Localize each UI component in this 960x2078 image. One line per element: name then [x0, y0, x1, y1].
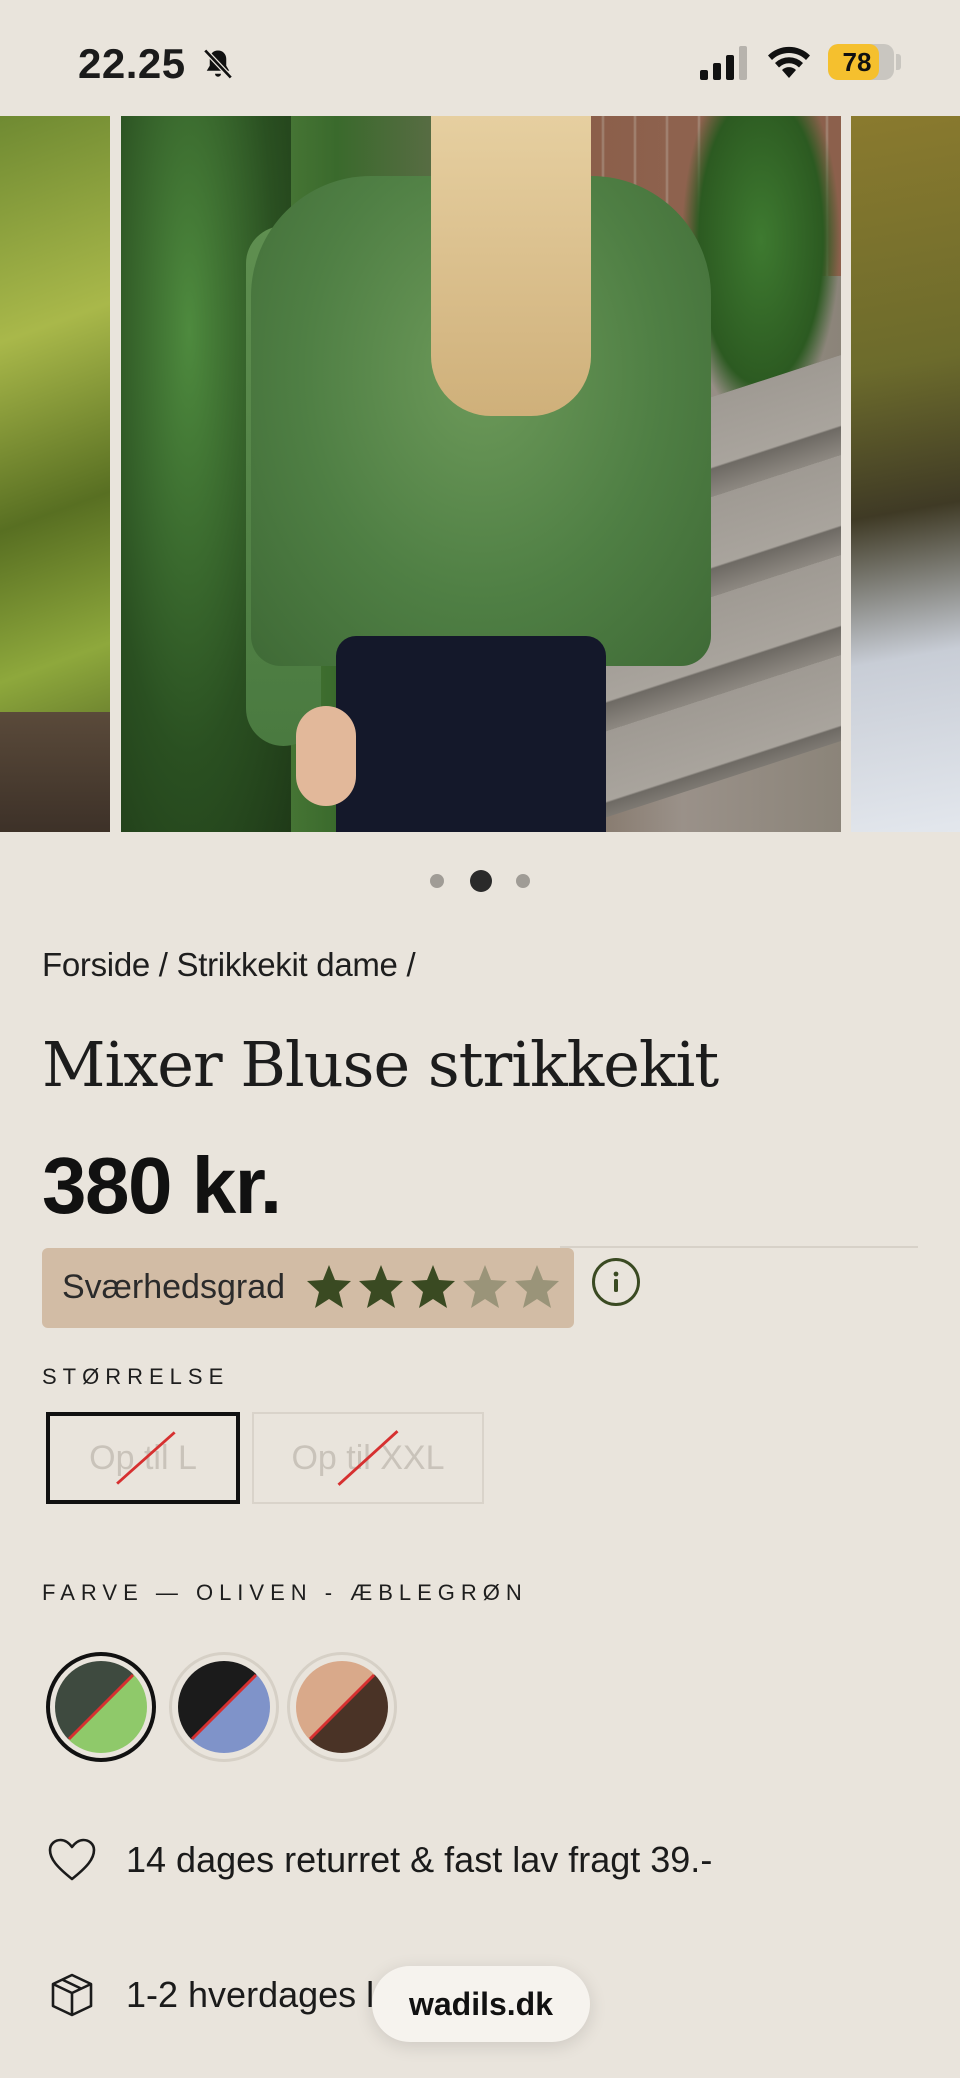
unavailable-slash [116, 1431, 176, 1485]
image-detail [296, 706, 356, 806]
swatch-graphic [296, 1661, 388, 1753]
battery-nub [896, 54, 901, 70]
heart-icon [42, 1830, 102, 1890]
carousel-dot-3[interactable] [516, 874, 530, 888]
breadcrumb[interactable]: Forside / Strikkekit dame / [42, 946, 416, 984]
product-title: Mixer Bluse strikkekit [42, 1028, 719, 1101]
battery-icon: 78 [828, 44, 894, 80]
star-filled-icon [359, 1265, 403, 1308]
url-text: wadils.dk [408, 1985, 554, 2022]
battery-percent: 78 [842, 47, 872, 77]
color-swatch-peach-brown[interactable] [287, 1652, 397, 1762]
image-detail [431, 116, 591, 416]
browser-url-bar[interactable]: wadils.dk [372, 1966, 590, 2042]
product-image-carousel[interactable] [0, 116, 960, 832]
status-bar: 22.25 78 [0, 0, 960, 116]
wifi-icon [768, 46, 810, 78]
gallery-image-previous[interactable] [0, 116, 110, 832]
gallery-image-next[interactable] [851, 116, 960, 832]
difficulty-stars [304, 1262, 562, 1314]
perk-text: 1-2 hverdages le [126, 1974, 395, 2015]
star-empty-icon [515, 1265, 559, 1308]
size-option-xxl[interactable]: Op til XXL [252, 1412, 484, 1504]
color-swatch-oliven-aeblegroen[interactable] [46, 1652, 156, 1762]
size-label: STØRRELSE [42, 1364, 230, 1389]
swatch-graphic [178, 1661, 270, 1753]
size-option-l[interactable]: Op til L [46, 1412, 240, 1504]
star-filled-icon [411, 1265, 455, 1308]
star-filled-icon [307, 1265, 351, 1308]
difficulty-rating: Sværhedsgrad [42, 1248, 574, 1328]
unavailable-slash [337, 1430, 399, 1486]
color-swatch-black-blue[interactable] [169, 1652, 279, 1762]
carousel-pagination [0, 868, 960, 892]
perk-text: 14 dages returret & fast lav fragt 39.- [126, 1839, 713, 1880]
bell-slash-icon [203, 48, 233, 80]
image-detail [0, 712, 110, 832]
box-icon [42, 1965, 102, 2025]
swatch-graphic [55, 1661, 147, 1753]
gallery-image-current[interactable] [121, 116, 841, 832]
color-label: FARVE — OLIVEN - ÆBLEGRØN [42, 1580, 528, 1605]
image-detail [336, 636, 606, 832]
status-time: 22.25 [78, 40, 186, 87]
star-empty-icon [463, 1265, 507, 1308]
info-icon [613, 1271, 619, 1292]
difficulty-label: Sværhedsgrad [62, 1268, 286, 1306]
signal-icon [700, 46, 747, 80]
product-price: 380 kr. [42, 1141, 282, 1230]
perk-returns: 14 dages returret & fast lav fragt 39.- [42, 1830, 712, 1890]
perk-delivery: 1-2 hverdages le [42, 1965, 394, 2025]
divider [560, 1246, 918, 1248]
carousel-dot-2[interactable] [470, 870, 492, 892]
info-button[interactable] [592, 1258, 640, 1306]
carousel-dot-1[interactable] [430, 874, 444, 888]
